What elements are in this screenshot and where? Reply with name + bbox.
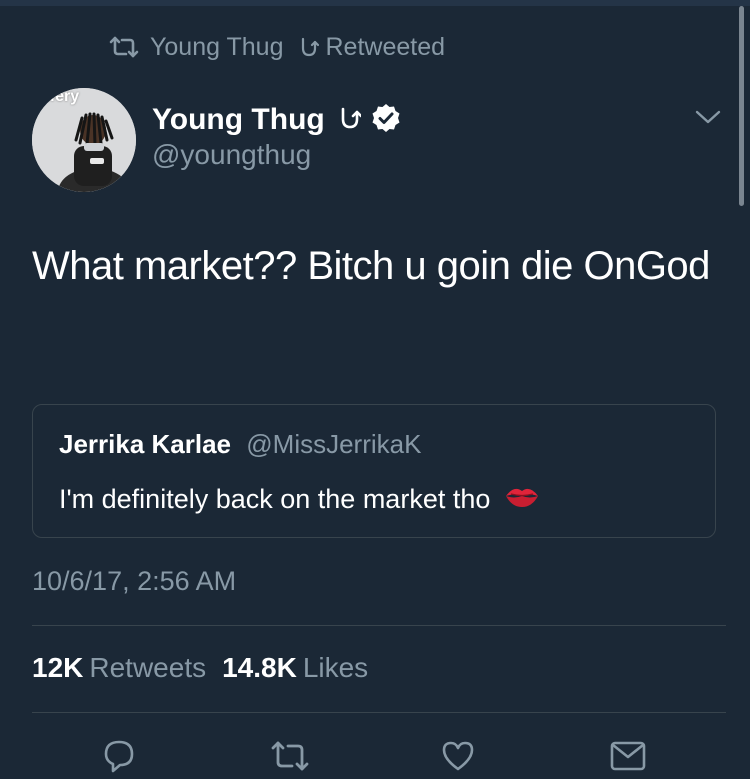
verified-badge-icon [371, 103, 401, 138]
quoted-author-handle: @MissJerrikaK [246, 429, 422, 459]
quoted-tweet-text: I'm definitely back on the market tho [59, 484, 491, 514]
retweet-icon[interactable] [270, 738, 310, 779]
tweet-timestamp: 10/6/17, 2:56 AM [32, 566, 237, 596]
likes-count[interactable]: 14.8K [222, 652, 297, 683]
top-bar [0, 0, 750, 6]
omega-symbol-icon [339, 105, 363, 136]
author-name[interactable]: Young Thug [152, 103, 325, 137]
omega-symbol-icon [299, 36, 320, 58]
share-icon[interactable] [609, 738, 647, 779]
author-name-row: Young Thug [152, 100, 401, 140]
quoted-author-name: Jerrika Karlae [59, 429, 232, 459]
avatar-watermark: iffery [40, 88, 80, 105]
quoted-tweet-header: Jerrika Karlae @MissJerrikaK [59, 429, 421, 460]
retweeted-label: Retweeted [325, 32, 446, 61]
retweet-icon [108, 36, 140, 58]
author-handle[interactable]: @youngthug [152, 139, 311, 171]
kiss-mark-icon [504, 483, 540, 516]
likes-label[interactable]: Likes [303, 652, 368, 683]
action-bar [0, 738, 750, 775]
quoted-tweet-text-row: I'm definitely back on the market tho [59, 483, 540, 516]
retweeter-name[interactable]: Young Thug [150, 33, 283, 62]
like-icon[interactable] [440, 738, 476, 779]
divider [32, 712, 726, 713]
avatar[interactable]: iffery [32, 88, 136, 192]
scrollbar[interactable] [739, 6, 744, 206]
reply-icon[interactable] [101, 738, 137, 779]
divider [32, 625, 726, 626]
tweet-text: What market?? Bitch u goin die OnGod [32, 244, 710, 288]
tweet-stats: 12K Retweets 14.8K Likes [32, 652, 384, 684]
retweets-count[interactable]: 12K [32, 652, 83, 683]
retweet-context: Young Thug Retweeted [108, 30, 445, 64]
quoted-tweet[interactable]: Jerrika Karlae @MissJerrikaK I'm definit… [32, 404, 716, 538]
chevron-down-icon[interactable] [694, 108, 722, 131]
retweets-label[interactable]: Retweets [89, 652, 206, 683]
